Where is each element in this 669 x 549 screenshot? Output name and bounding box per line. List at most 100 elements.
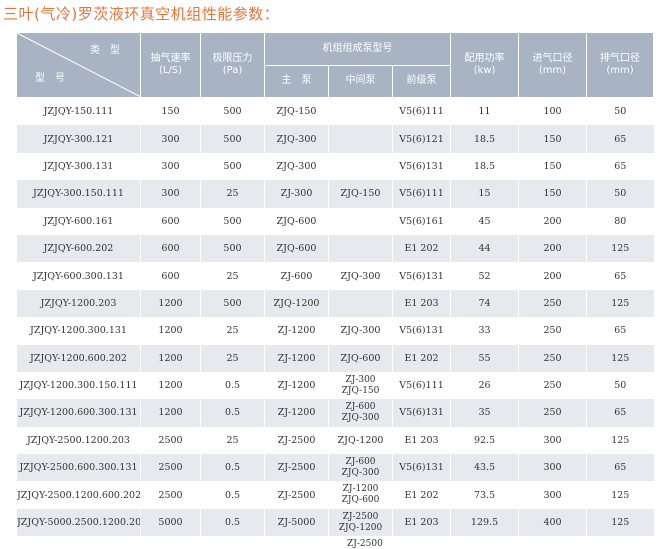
cell-mid: ZJ-300 ZJQ-150 <box>328 371 393 400</box>
cell-pressure: 0.5 <box>200 399 265 427</box>
cell-main: ZJQ-1200 <box>264 289 329 318</box>
cell-pressure: 25 <box>200 180 265 208</box>
cell-model: JZJQY-1200.300.150.111 <box>16 371 141 400</box>
cell-speed: 2500 <box>140 454 201 482</box>
cell-model: JZJQY-1200.600.300.131 <box>16 399 141 427</box>
cell-outlet: 65 <box>586 317 654 345</box>
table-body: JZJQY-150.111 150 500 ZJQ-150 V5(6)111 11 100 5… <box>16 97 654 537</box>
cell-mid-line2: ZJQ-150 <box>341 385 380 396</box>
cell-speed: 150 <box>140 97 201 126</box>
cell-outlet: 80 <box>586 207 654 235</box>
cell-speed: 1200 <box>140 371 201 400</box>
cell-mid: ZJQ-1200 <box>328 426 393 455</box>
header-pre-pump: 前级泵 <box>391 64 452 98</box>
cell-speed: 5000 <box>140 508 201 537</box>
cell-power: 74 <box>450 289 519 318</box>
cell-pre: V5(6)111 <box>391 97 451 126</box>
cell-inlet: 250 <box>518 289 587 318</box>
overflow-text: ZJ-2500 <box>347 539 383 549</box>
cell-model: JZJQY-150.111 <box>16 97 141 126</box>
cell-mid-line1: ZJ-300 <box>345 374 376 385</box>
cell-mid <box>328 152 393 181</box>
cell-power: 44 <box>450 234 519 263</box>
cell-outlet: 65 <box>586 454 654 482</box>
cell-model: JZJQY-300.150.111 <box>16 180 141 208</box>
cell-model: JZJQY-600.161 <box>16 207 141 235</box>
header-main-pump: 主 泵 <box>264 64 329 98</box>
cell-inlet: 250 <box>518 399 587 427</box>
cell-power: 73.5 <box>450 481 519 509</box>
corner-type-label: 类 型 <box>90 45 120 56</box>
table-row: JZJQY-300.150.111 300 25 ZJ-300 ZJQ-150 V5(6)… <box>16 180 654 208</box>
cell-main: ZJ-2500 <box>264 481 329 509</box>
cell-power: 92.5 <box>450 426 519 455</box>
cell-inlet: 250 <box>518 317 587 345</box>
table-row: JZJQY-2500.1200.203 2500 25 ZJ-2500 ZJQ-1200… <box>16 426 654 455</box>
table-row: JZJQY-1200.300.150.111 1200 0.5 ZJ-1200 ZJ-3… <box>16 371 654 400</box>
cell-mid-line1: ZJ-600 <box>345 456 376 467</box>
cell-inlet: 250 <box>518 371 587 400</box>
cell-main: ZJ-2500 <box>264 426 329 455</box>
cell-pre: V5(6)121 <box>391 125 451 153</box>
cell-model: JZJQY-1200.600.202 <box>16 344 141 372</box>
header-outlet: 排气口径 (mm) <box>586 32 655 98</box>
table-row: JZJQY-150.111 150 500 ZJQ-150 V5(6)111 11 100 5… <box>16 97 654 126</box>
cell-speed: 2500 <box>140 481 201 509</box>
cell-speed: 600 <box>140 207 201 235</box>
cell-inlet: 200 <box>518 207 587 235</box>
cell-main: ZJ-1200 <box>264 399 329 427</box>
cell-main: ZJQ-600 <box>264 207 329 235</box>
cell-pre: E1 203 <box>391 426 451 455</box>
cell-pre: E1 202 <box>391 481 451 509</box>
table-row: JZJQY-1200.600.202 1200 25 ZJ-1200 ZJQ-600 E1… <box>16 344 654 372</box>
cell-pressure: 25 <box>200 344 265 372</box>
cell-mid: ZJ-600 ZJQ-300 <box>328 454 393 482</box>
cell-outlet: 125 <box>586 426 654 455</box>
cell-speed: 300 <box>140 125 201 153</box>
cell-main: ZJQ-600 <box>264 234 329 263</box>
cell-main: ZJQ-300 <box>264 125 329 153</box>
cell-pressure: 500 <box>200 289 265 318</box>
header-power: 配用功率 (kw) <box>450 32 520 98</box>
cell-speed: 1200 <box>140 317 201 345</box>
cell-pre: E1 203 <box>391 289 451 318</box>
cell-speed: 300 <box>140 180 201 208</box>
cell-pre: V5(6)131 <box>391 152 451 181</box>
cell-mid <box>328 97 393 126</box>
cell-pressure: 0.5 <box>200 481 265 509</box>
cell-outlet: 125 <box>586 234 654 263</box>
cell-power: 18.5 <box>450 125 519 153</box>
cell-pressure: 500 <box>200 152 265 181</box>
cell-inlet: 150 <box>518 125 587 153</box>
cell-inlet: 300 <box>518 454 587 482</box>
cell-inlet: 100 <box>518 97 587 126</box>
cell-pre: V5(6)131 <box>391 399 451 427</box>
cell-outlet: 65 <box>586 125 654 153</box>
cell-inlet: 300 <box>518 426 587 455</box>
table-row: JZJQY-600.300.131 600 25 ZJ-600 ZJQ-300 V5(6)… <box>16 262 654 290</box>
cell-inlet: 300 <box>518 481 587 509</box>
cell-mid <box>328 125 393 153</box>
cell-mid-line2: ZJQ-300 <box>341 467 380 478</box>
cell-speed: 1200 <box>140 399 201 427</box>
cell-inlet: 250 <box>518 344 587 372</box>
cell-mid: ZJQ-150 <box>328 180 393 208</box>
table-row: JZJQY-1200.300.131 1200 25 ZJ-1200 ZJQ-300 V5… <box>16 317 654 345</box>
cell-power: 43.5 <box>450 454 519 482</box>
header-pressure: 极限压力 (Pa) <box>200 32 265 98</box>
cell-power: 52 <box>450 262 519 290</box>
table-row: JZJQY-1200.203 1200 500 ZJQ-1200 E1 203 74 250… <box>16 289 654 318</box>
cell-power: 33 <box>450 317 519 345</box>
cell-outlet: 50 <box>586 97 654 126</box>
corner-header: 类 型 型 号 <box>16 32 141 98</box>
cell-outlet: 125 <box>586 508 654 537</box>
cell-mid <box>328 234 393 263</box>
cell-speed: 1200 <box>140 289 201 318</box>
cell-pre: E1 202 <box>391 344 451 372</box>
corner-model-label: 型 号 <box>35 73 65 84</box>
cell-inlet: 150 <box>518 180 587 208</box>
header-speed: 抽气速率 (L/S) <box>140 32 201 98</box>
cell-mid-line2: ZJQ-1200 <box>338 522 383 533</box>
cell-pressure: 0.5 <box>200 454 265 482</box>
cell-outlet: 50 <box>586 371 654 400</box>
